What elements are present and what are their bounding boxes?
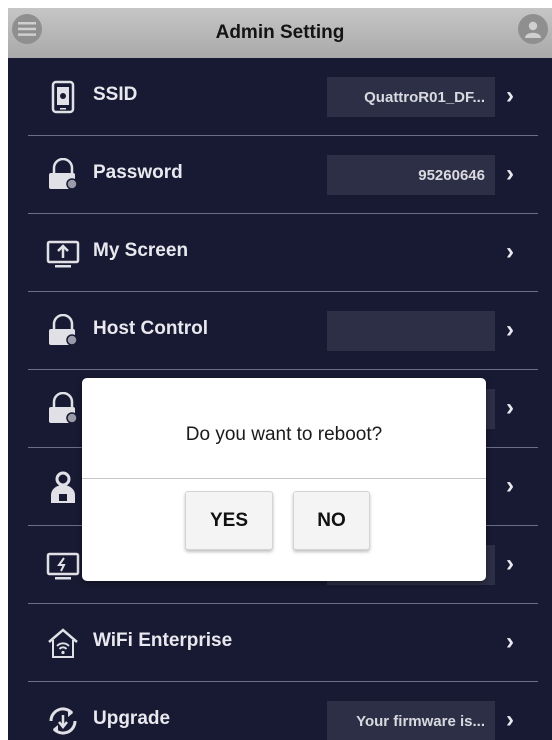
setting-row-host-control[interactable]: Host Control › — [28, 292, 538, 370]
chevron-right-icon: › — [506, 628, 514, 655]
chevron-right-icon: › — [506, 82, 514, 109]
reboot-dialog: Do you want to reboot? YES NO — [82, 378, 486, 581]
lock-icon — [46, 313, 80, 348]
row-label: My Screen — [93, 240, 189, 261]
setting-row-my-screen[interactable]: My Screen › — [28, 214, 538, 292]
user-icon[interactable] — [518, 14, 548, 44]
yes-button[interactable]: YES — [185, 491, 273, 550]
menu-icon[interactable] — [12, 14, 42, 44]
row-label: SSID — [93, 84, 138, 105]
upgrade-icon — [46, 704, 80, 738]
screen-upload-icon — [46, 236, 80, 270]
row-label: Host Control — [93, 318, 209, 339]
chevron-right-icon: › — [506, 160, 514, 187]
user-lock-icon — [46, 470, 80, 504]
chevron-right-icon: › — [506, 550, 514, 577]
screen-power-icon — [46, 548, 80, 582]
header-bar: Admin Setting — [8, 8, 552, 58]
page-title: Admin Setting — [215, 22, 345, 43]
app-frame: Admin Setting SSID QuattroR01_DF... › Pa… — [8, 8, 552, 740]
chevron-right-icon: › — [506, 472, 514, 499]
row-value: QuattroR01_DF... — [327, 77, 495, 117]
dialog-divider — [82, 478, 486, 479]
row-label: Upgrade — [93, 708, 171, 729]
tablet-settings-icon — [46, 80, 80, 114]
row-value: Your firmware is... — [327, 701, 495, 740]
setting-row-wifi-enterprise[interactable]: WiFi Enterprise › — [28, 604, 538, 682]
no-button[interactable]: NO — [293, 491, 370, 550]
row-label: Password — [93, 162, 183, 183]
chevron-right-icon: › — [506, 238, 514, 265]
lock-icon — [46, 157, 80, 192]
chevron-right-icon: › — [506, 316, 514, 343]
row-value — [327, 311, 495, 351]
dialog-message: Do you want to reboot? — [185, 424, 383, 445]
row-value: 95260646 — [327, 155, 495, 195]
setting-row-ssid[interactable]: SSID QuattroR01_DF... › — [28, 58, 538, 136]
chevron-right-icon: › — [506, 394, 514, 421]
lock-icon — [46, 391, 80, 426]
chevron-right-icon: › — [506, 706, 514, 733]
row-label: WiFi Enterprise — [93, 630, 233, 651]
setting-row-upgrade[interactable]: Upgrade Your firmware is... › — [28, 682, 538, 740]
setting-row-password[interactable]: Password 95260646 › — [28, 136, 538, 214]
home-wifi-icon — [46, 626, 80, 660]
